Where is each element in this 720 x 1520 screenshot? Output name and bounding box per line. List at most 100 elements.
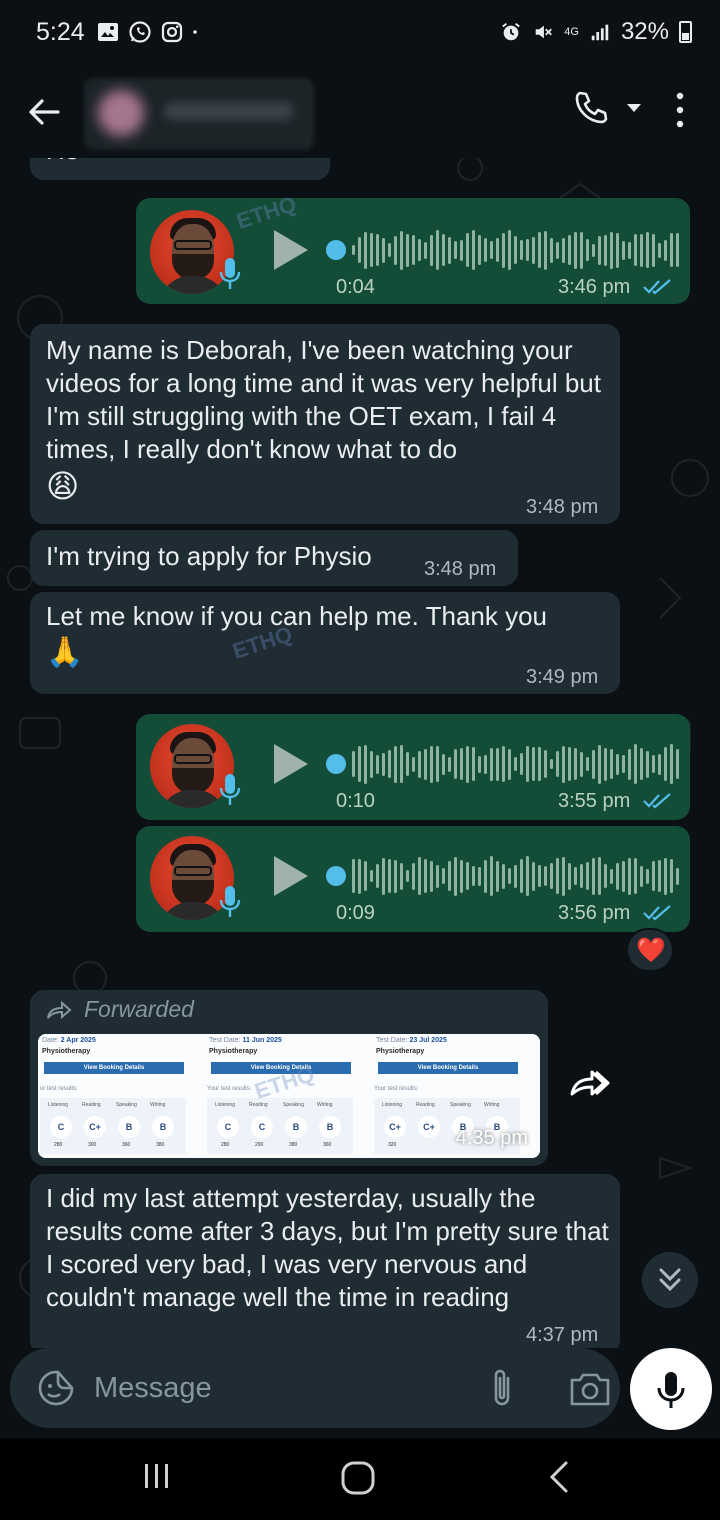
message-time: 3:46 pm (558, 276, 631, 298)
message-time: 4:35 pm (455, 1127, 528, 1149)
play-icon[interactable] (270, 854, 310, 898)
mute-icon (535, 25, 553, 39)
partial-message-bubble[interactable]: He (30, 158, 330, 180)
waveform-bar (484, 859, 487, 893)
message-bubble[interactable]: My name is Deborah, I've been watching y… (30, 324, 620, 524)
waveform[interactable] (326, 742, 679, 786)
waveform-bar (472, 866, 475, 886)
waveform[interactable] (326, 854, 679, 898)
waveform-bar (628, 857, 631, 895)
waveform-bar (436, 864, 439, 888)
waveform-bar (550, 863, 553, 889)
network-type: 4G (564, 25, 579, 38)
skill-label: Listening (48, 1102, 69, 1108)
waveform-bar (418, 750, 421, 778)
waveform-bar (538, 747, 541, 781)
waveform-bar (496, 238, 499, 262)
skill-label: Writing (150, 1102, 166, 1108)
waveform-bar (508, 748, 511, 780)
chevron-down-icon[interactable] (624, 98, 644, 118)
paperclip-icon[interactable] (482, 1366, 522, 1410)
waveform-bar (448, 236, 451, 264)
contact-info-blurred[interactable] (84, 78, 314, 150)
message-bubble[interactable]: Let me know if you can help me. Thank yo… (30, 592, 620, 694)
notification-icons (96, 20, 204, 44)
waveform[interactable] (326, 228, 679, 272)
waveform-bar (562, 856, 565, 896)
waveform-bar (358, 858, 361, 894)
score-value: 360 (323, 1142, 332, 1148)
message-text: My name is Deborah, I've been watching y… (46, 335, 601, 464)
phone-icon[interactable] (570, 88, 610, 128)
waveform-bar (676, 867, 679, 885)
skill-label: Reading (416, 1102, 435, 1108)
waveform-bar (562, 745, 565, 783)
camera-icon[interactable] (568, 1368, 612, 1408)
skill-label: Speaking (283, 1102, 304, 1108)
status-bar: 5:24 4G 32% (0, 0, 720, 70)
message-bubble[interactable]: I'm trying to apply for Physio 3:48 pm (30, 530, 518, 586)
waveform-bar (364, 861, 367, 891)
waveform-bar (676, 749, 679, 779)
waveform-bar (478, 866, 481, 886)
waveform-bar (670, 233, 673, 267)
waveform-bar (472, 230, 475, 270)
waveform-bar (544, 750, 547, 778)
voice-message[interactable]: 0:10 3:55 pm (136, 714, 690, 820)
waveform-bar (484, 754, 487, 774)
results-label: Your test results: (374, 1086, 419, 1092)
waveform-bar (664, 857, 667, 895)
message-input[interactable] (94, 1364, 454, 1412)
waveform-bar (394, 859, 397, 893)
waveform-bar (514, 236, 517, 264)
play-icon[interactable] (270, 742, 310, 786)
dot-icon (193, 30, 197, 34)
waveform-bar (514, 864, 517, 888)
microphone-icon (219, 258, 241, 289)
waveform-bar (466, 862, 469, 890)
waveform-bar (568, 235, 571, 265)
grade-badge: C+ (84, 1116, 106, 1138)
message-text: I'm trying to apply for Physio (46, 541, 372, 571)
message-time: 4:37 pm (526, 1324, 599, 1346)
grade-badge: B (285, 1116, 307, 1138)
view-booking-button[interactable]: View Booking Details (44, 1062, 184, 1074)
message-bubble[interactable]: I did my last attempt yesterday, usually… (30, 1174, 620, 1348)
skills-grid: Listening C 280 Reading C 290 Speaking B 380 Writ… (207, 1098, 353, 1154)
waveform-bar (430, 234, 433, 266)
avatar (98, 90, 144, 136)
battery-icon (679, 21, 692, 43)
waveform-bar (358, 237, 361, 263)
back-arrow-icon[interactable] (22, 90, 66, 134)
waveform-bar (364, 231, 367, 269)
waveform-bar (466, 233, 469, 267)
view-booking-button[interactable]: View Booking Details (378, 1062, 518, 1074)
voice-record-button[interactable] (630, 1348, 712, 1430)
voice-message[interactable]: 0:04 3:46 pm (136, 198, 690, 304)
reaction-badge[interactable]: ❤️ (626, 928, 674, 972)
waveform-bar (652, 755, 655, 773)
waveform-bar (502, 746, 505, 782)
back-icon[interactable] (546, 1460, 572, 1494)
share-forward-icon[interactable] (564, 1056, 616, 1108)
waveform-bar (478, 235, 481, 265)
waveform-bar (646, 750, 649, 778)
waveform-bar (538, 232, 541, 268)
waveform-bar (388, 859, 391, 893)
waveform-bar (532, 861, 535, 891)
waveform-bar (646, 868, 649, 884)
voice-message[interactable]: 0:09 3:56 pm (136, 826, 690, 932)
test-results-image[interactable]: Date: 2 Apr 2025 Physiotherapy View Bookin… (38, 1034, 540, 1158)
play-icon[interactable] (270, 228, 310, 272)
waveform-bar (400, 862, 403, 890)
chat-area[interactable]: He 0:04 3:46 pm My name is Deborah, I've… (0, 158, 720, 1348)
waveform-bar (460, 859, 463, 893)
more-options-icon[interactable] (670, 88, 690, 132)
home-icon[interactable] (340, 1460, 376, 1496)
waveform-bar (550, 237, 553, 263)
scroll-to-bottom-button[interactable] (642, 1252, 698, 1308)
waveform-bar (460, 748, 463, 780)
grade-badge: C+ (384, 1116, 406, 1138)
sticker-emoji-icon[interactable] (36, 1368, 76, 1408)
recent-apps-icon[interactable] (142, 1460, 172, 1492)
